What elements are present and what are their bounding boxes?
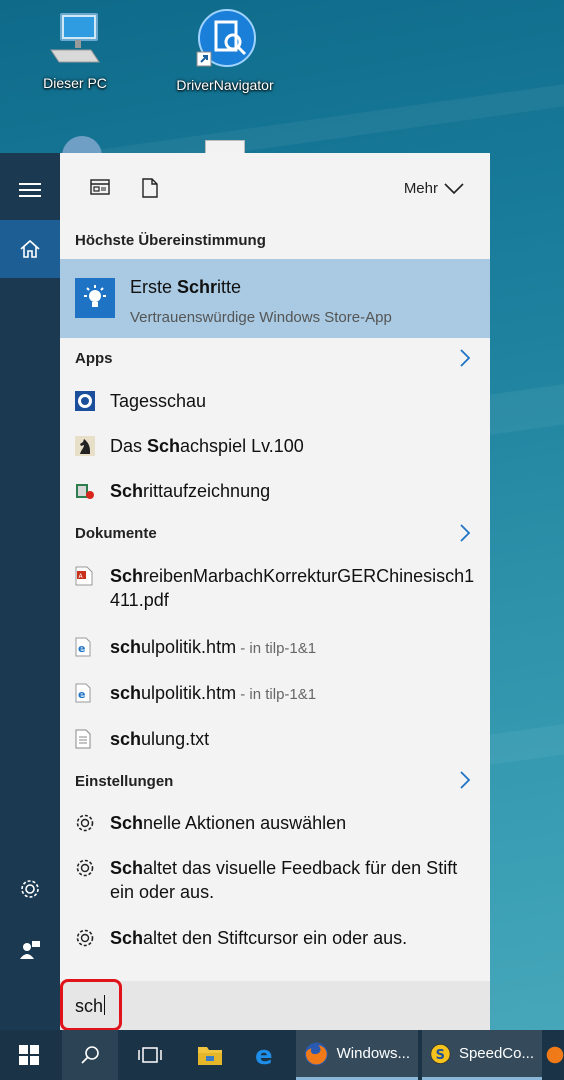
task-view-button[interactable]: [122, 1030, 178, 1080]
app-item-tagesschau[interactable]: Tagesschau: [60, 389, 490, 413]
hamburger-icon: [19, 183, 41, 197]
home-button[interactable]: [0, 220, 60, 278]
steps-recorder-icon: [76, 484, 94, 499]
taskbar-app-partial[interactable]: [546, 1030, 564, 1080]
apps-heading: Apps: [75, 350, 113, 367]
taskbar-app-label: SpeedCo...: [458, 1045, 534, 1062]
start-side-rail: [0, 153, 60, 1030]
speedcommander-icon: S: [430, 1043, 451, 1064]
text-file-icon: [75, 729, 91, 749]
settings-button[interactable]: [0, 860, 60, 918]
file-explorer-button[interactable]: [184, 1030, 236, 1080]
setting-item-quick-actions[interactable]: Schnelle Aktionen auswählen: [60, 811, 490, 835]
setting-item-pen-feedback[interactable]: Schaltet das visuelle Feedback für den S…: [60, 856, 490, 906]
document-item-label: schulpolitik.htm - in tilp-1&1: [110, 683, 317, 703]
home-icon: [20, 239, 40, 258]
document-item-htm-1[interactable]: e schulpolitik.htm - in tilp-1&1: [60, 635, 490, 659]
settings-icon: [21, 880, 39, 898]
driver-navigator-icon: [196, 9, 256, 67]
gear-icon: [76, 814, 94, 832]
apps-chevron-right-icon[interactable]: [460, 349, 470, 367]
settings-heading: Einstellungen: [75, 773, 174, 790]
app-item-label: Tagesschau: [110, 391, 207, 411]
computer-icon: [50, 13, 100, 63]
app-item-steps-recorder[interactable]: Schrittaufzeichnung: [60, 479, 490, 503]
feedback-button[interactable]: [0, 921, 60, 979]
setting-item-label: Schaltet das visuelle Feedback für den S…: [110, 858, 458, 902]
app-filter-icon[interactable]: [90, 178, 110, 196]
app-item-label: Das Schachspiel Lv.100: [110, 436, 304, 456]
start-button[interactable]: [0, 1030, 58, 1080]
taskbar: e Windows... S SpeedCo...: [0, 1030, 564, 1080]
gear-icon: [76, 859, 94, 877]
search-results-panel: Mehr Höchste Übereinstimmung Erste Schri…: [60, 153, 490, 1030]
document-item-label: SchreibenMarbachKorrekturGERChinesisch1 4…: [110, 566, 475, 610]
desktop-icon-label: Dieser PC: [43, 75, 107, 91]
setting-item-label: Schnelle Aktionen auswählen: [110, 813, 347, 833]
more-filters-label: Mehr: [403, 180, 438, 197]
desktop-icon-label: DriverNavigator: [176, 77, 274, 93]
firefox-icon: [304, 1042, 328, 1065]
app-item-label: Schrittaufzeichnung: [110, 481, 271, 501]
more-filters-button[interactable]: Mehr: [404, 180, 464, 197]
svg-text:e: e: [78, 642, 85, 655]
best-match-subtitle: Vertrauenswürdige Windows Store-App: [130, 309, 392, 326]
setting-item-pen-cursor[interactable]: Schaltet den Stiftcursor ein oder aus.: [60, 926, 490, 950]
taskbar-app-label: Windows...: [336, 1045, 410, 1062]
task-view-icon: [138, 1047, 162, 1063]
search-icon: [81, 1046, 99, 1064]
document-item-label: schulung.txt: [110, 729, 210, 749]
search-input[interactable]: sch: [60, 981, 490, 1030]
taskbar-app-speedcommander[interactable]: S SpeedCo...: [422, 1030, 542, 1080]
taskbar-app-firefox[interactable]: Windows...: [296, 1030, 418, 1080]
pdf-file-icon: A: [75, 566, 93, 586]
settings-chevron-right-icon[interactable]: [460, 771, 470, 789]
best-match-item[interactable]: Erste Schritte Vertrauenswürdige Windows…: [60, 259, 490, 338]
filter-toolbar: Mehr: [60, 153, 490, 223]
search-taskbar-button[interactable]: [62, 1030, 118, 1080]
document-item-label: schulpolitik.htm - in tilp-1&1: [110, 637, 317, 657]
best-match-title: Erste Schritte: [130, 277, 242, 297]
tagesschau-icon: [75, 391, 95, 411]
menu-button[interactable]: [0, 161, 60, 219]
svg-text:e: e: [255, 1042, 273, 1068]
setting-item-label: Schaltet den Stiftcursor ein oder aus.: [110, 928, 408, 948]
edge-icon: e: [255, 1042, 273, 1068]
documents-chevron-right-icon[interactable]: [460, 524, 470, 542]
desktop-icon-this-pc[interactable]: Dieser PC: [20, 10, 130, 91]
svg-text:S: S: [436, 1047, 445, 1062]
document-item-htm-2[interactable]: e schulpolitik.htm - in tilp-1&1: [60, 681, 490, 705]
gear-icon: [76, 929, 94, 947]
feedback-icon: [20, 941, 40, 959]
edge-html-file-icon: e: [75, 683, 91, 703]
svg-text:e: e: [78, 688, 85, 701]
desktop-icon-drivernavigator[interactable]: DriverNavigator: [170, 8, 280, 93]
chevron-down-icon: [444, 182, 464, 194]
documents-heading: Dokumente: [75, 525, 157, 542]
document-item-txt[interactable]: schulung.txt: [60, 727, 490, 751]
folder-icon: [198, 1047, 222, 1065]
lightbulb-icon: [75, 278, 115, 318]
edge-html-file-icon: e: [75, 637, 91, 657]
document-item-pdf[interactable]: A SchreibenMarbachKorrekturGERChinesisch…: [60, 564, 490, 614]
best-match-heading: Höchste Übereinstimmung: [75, 232, 266, 249]
edge-button[interactable]: e: [240, 1030, 292, 1080]
app-icon: [546, 1046, 564, 1064]
windows-logo-icon: [19, 1045, 39, 1065]
app-item-chess[interactable]: Das Schachspiel Lv.100: [60, 434, 490, 458]
document-filter-icon[interactable]: [142, 178, 158, 198]
chess-knight-icon: [75, 436, 95, 456]
search-highlight-outline: [60, 979, 122, 1031]
